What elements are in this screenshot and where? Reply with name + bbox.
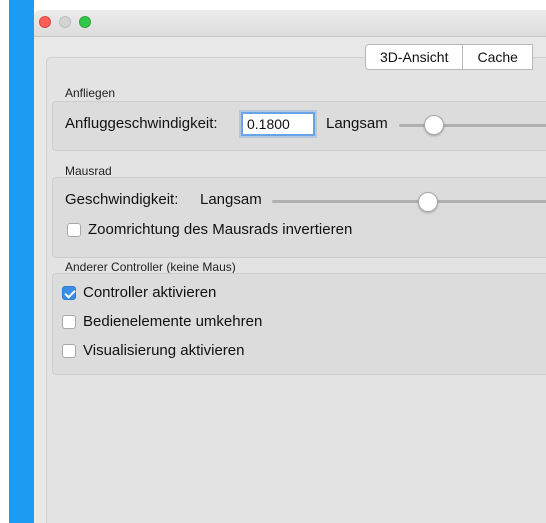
tab-cache[interactable]: Cache: [463, 44, 533, 70]
reverse-controls-checkbox[interactable]: [62, 315, 76, 329]
enable-visualization-checkbox[interactable]: [62, 344, 76, 358]
desktop-edge: [0, 0, 9, 523]
mousewheel-group: [52, 177, 546, 258]
approach-speed-slider[interactable]: [399, 124, 546, 127]
mousewheel-speed-slider[interactable]: [272, 200, 546, 203]
approach-speed-slider-thumb[interactable]: [424, 115, 444, 135]
mousewheel-slider-min-label: Langsam: [200, 191, 262, 208]
approach-slider-min-label: Langsam: [326, 115, 388, 132]
controller-group-label: Anderer Controller (keine Maus): [65, 260, 236, 274]
invert-zoom-checkbox[interactable]: [67, 223, 81, 237]
mousewheel-speed-label: Geschwindigkeit:: [65, 191, 179, 208]
mousewheel-speed-slider-thumb[interactable]: [418, 192, 438, 212]
reverse-controls-label[interactable]: Bedienelemente umkehren: [83, 313, 262, 330]
enable-controller-label[interactable]: Controller aktivieren: [83, 284, 216, 301]
close-window-button[interactable]: [39, 16, 51, 28]
mousewheel-group-label: Mausrad: [65, 164, 112, 178]
enable-visualization-label[interactable]: Visualisierung aktivieren: [83, 342, 244, 359]
approach-group-label: Anfliegen: [65, 86, 116, 100]
invert-zoom-label[interactable]: Zoomrichtung des Mausrads invertieren: [88, 221, 352, 238]
tab-bar: 3D-Ansicht Cache: [365, 44, 533, 70]
preferences-window: 3D-Ansicht Cache Anfliegen Anfluggeschwi…: [34, 10, 546, 523]
tab-3d-view[interactable]: 3D-Ansicht: [365, 44, 464, 70]
background-accent-bar: [9, 0, 34, 523]
zoom-window-button[interactable]: [79, 16, 91, 28]
approach-speed-label: Anfluggeschwindigkeit:: [65, 115, 218, 132]
minimize-window-button[interactable]: [59, 16, 71, 28]
enable-controller-checkbox[interactable]: [62, 286, 76, 300]
approach-speed-input[interactable]: [241, 112, 315, 136]
window-titlebar: [34, 10, 546, 37]
